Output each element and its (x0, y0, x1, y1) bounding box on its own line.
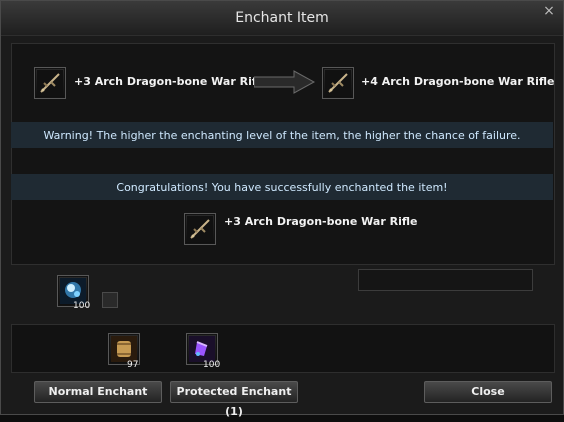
catalyst-count: 100 (73, 301, 91, 311)
normal-enchant-button[interactable]: Normal Enchant (34, 381, 162, 403)
window-title: Enchant Item (235, 10, 329, 26)
target-item-name: +4 Arch Dragon-bone War Rifle (361, 75, 555, 88)
warning-text: Warning! The higher the enchanting level… (43, 128, 521, 142)
protected-enchant-button[interactable]: Protected Enchant (1) (170, 381, 298, 418)
close-button[interactable]: Close (424, 381, 552, 403)
consumables-panel (11, 324, 555, 373)
rifle-icon[interactable] (34, 67, 66, 99)
protection-checkbox[interactable] (102, 292, 118, 308)
right-arrow-icon (254, 70, 316, 94)
current-item-name: +3 Arch Dragon-bone War Rifle (74, 75, 268, 88)
protect-gem-count: 100 (203, 360, 221, 370)
result-text: Congratulations! You have successfully e… (116, 180, 448, 194)
enchant-item-window: Enchant Item × +3 Arch Dragon-bone War R… (0, 0, 564, 418)
result-banner: Congratulations! You have successfully e… (11, 174, 553, 200)
result-item-name: +3 Arch Dragon-bone War Rifle (224, 215, 418, 228)
material-input-field[interactable] (358, 269, 533, 291)
scroll-count: 97 (127, 360, 139, 370)
title-bar[interactable]: Enchant Item × (1, 1, 563, 36)
warning-banner: Warning! The higher the enchanting level… (11, 122, 553, 148)
rifle-icon[interactable] (322, 67, 354, 99)
close-icon[interactable]: × (541, 3, 557, 19)
rifle-icon[interactable] (184, 213, 216, 245)
